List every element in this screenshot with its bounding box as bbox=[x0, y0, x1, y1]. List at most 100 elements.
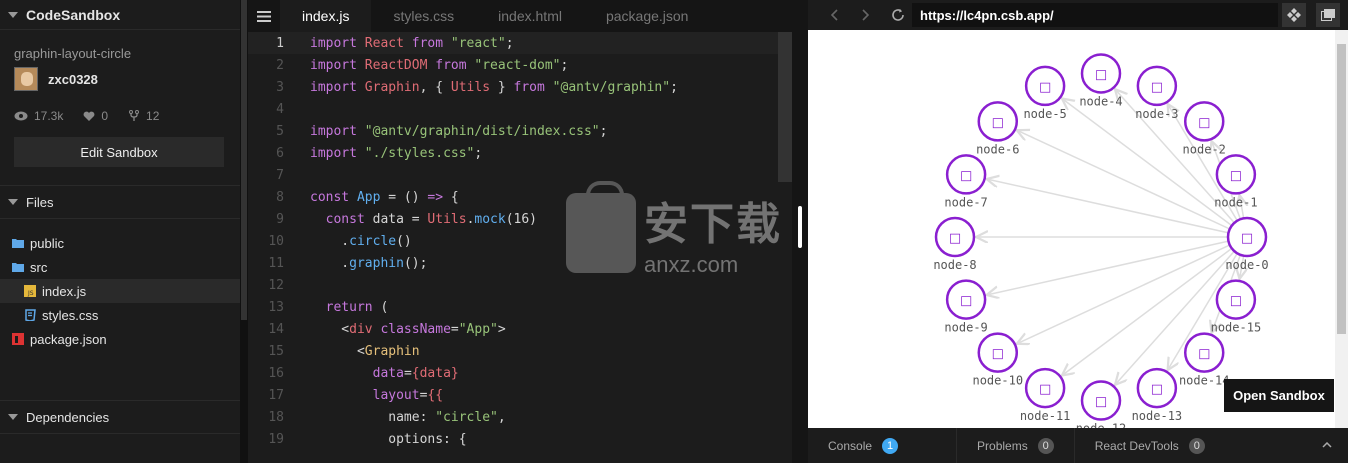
tree-item-label: styles.css bbox=[42, 307, 99, 323]
folder-public[interactable]: public bbox=[0, 231, 240, 255]
tab-index-html[interactable]: index.html bbox=[476, 0, 584, 32]
open-new-window-button[interactable] bbox=[1316, 3, 1340, 27]
forward-button[interactable] bbox=[850, 0, 882, 30]
author[interactable]: zxc0328 bbox=[14, 67, 226, 91]
open-sandbox-button[interactable]: Open Sandbox bbox=[1224, 379, 1334, 412]
refresh-button[interactable] bbox=[882, 0, 914, 30]
forks-stat[interactable]: 12 bbox=[128, 109, 159, 123]
tab-react-devtools[interactable]: React DevTools 0 bbox=[1075, 428, 1225, 463]
graph-node[interactable]: □ node-2 bbox=[1183, 101, 1226, 156]
preview-frame[interactable]: □ node-0 □ node-1 □ node-2 □ node-3 □ node-4 □ node… bbox=[808, 30, 1348, 436]
chevron-left-icon bbox=[830, 9, 838, 21]
scrollbar-thumb[interactable] bbox=[241, 0, 247, 320]
line-number: 14 bbox=[268, 321, 284, 337]
code-line: 3 import Graphin, { Utils } from "@antv/g… bbox=[248, 76, 792, 98]
graph-node[interactable]: □ node-6 bbox=[976, 101, 1019, 156]
graph-node[interactable]: □node-12 bbox=[1076, 380, 1127, 436]
node-label: node-7 bbox=[944, 195, 987, 209]
tree-item-label: index.js bbox=[42, 283, 87, 299]
problems-count-badge: 0 bbox=[1037, 437, 1054, 454]
file-package-json[interactable]: package.json bbox=[0, 327, 240, 351]
code-line: 1 import React from "react"; bbox=[248, 32, 792, 54]
file-tree: public src JS index.js styles.css packag… bbox=[0, 219, 240, 351]
tab-console[interactable]: Console 1 bbox=[808, 428, 918, 463]
back-button[interactable] bbox=[818, 0, 850, 30]
line-number: 8 bbox=[276, 189, 284, 205]
editor-scrollbar-thumb[interactable] bbox=[778, 32, 792, 182]
menu-button[interactable] bbox=[248, 0, 280, 32]
graph-node[interactable]: □ node-4 bbox=[1079, 53, 1123, 108]
forks-count: 12 bbox=[146, 109, 160, 123]
graph-node[interactable]: □ node-0 bbox=[1225, 216, 1269, 272]
graph-node[interactable]: □ node-15 bbox=[1211, 279, 1262, 335]
node-icon: □ bbox=[992, 115, 1004, 130]
fork-icon bbox=[129, 110, 140, 121]
edit-sandbox-button[interactable]: Edit Sandbox bbox=[14, 137, 224, 167]
chevron-up-icon[interactable] bbox=[1322, 442, 1332, 448]
tab-problems[interactable]: Problems 0 bbox=[956, 428, 1075, 463]
css-file-icon bbox=[25, 309, 36, 321]
line-number: 19 bbox=[268, 431, 284, 447]
javascript-file-icon: JS bbox=[24, 285, 36, 297]
line-number: 10 bbox=[268, 233, 284, 249]
node-icon: □ bbox=[1151, 80, 1163, 95]
node-label: node-8 bbox=[933, 258, 976, 272]
node-label: node-14 bbox=[1179, 374, 1230, 388]
username: zxc0328 bbox=[48, 71, 98, 87]
line-number: 11 bbox=[268, 255, 284, 271]
sidebar-scrollbar[interactable] bbox=[240, 0, 248, 463]
tab-styles-css[interactable]: styles.css bbox=[371, 0, 476, 32]
watermark: 安下载 anxz.com bbox=[566, 181, 782, 278]
url-bar[interactable]: https://lc4pn.csb.app/ bbox=[912, 3, 1278, 27]
graph-node[interactable]: □ node-13 bbox=[1132, 367, 1183, 423]
graph-node[interactable]: □ node-8 bbox=[933, 216, 977, 272]
graph-node[interactable]: □ node-5 bbox=[1023, 65, 1067, 121]
node-icon: □ bbox=[1039, 80, 1051, 95]
resize-handle[interactable] bbox=[798, 206, 802, 248]
likes-stat[interactable]: 0 bbox=[83, 109, 108, 123]
caret-down-icon bbox=[8, 414, 18, 420]
caret-down-icon bbox=[8, 11, 18, 18]
hamburger-icon bbox=[257, 10, 271, 22]
tab-index-js[interactable]: index.js bbox=[280, 0, 372, 32]
graph-node[interactable]: □ node-11 bbox=[1020, 367, 1071, 423]
likes-count: 0 bbox=[101, 109, 109, 123]
graph-node[interactable]: □ node-9 bbox=[944, 279, 988, 335]
layout-toggle-button[interactable] bbox=[1282, 3, 1306, 27]
line-number: 15 bbox=[268, 343, 284, 359]
preview-scrollbar[interactable] bbox=[1335, 30, 1348, 428]
line-number: 17 bbox=[268, 387, 284, 403]
graph-node[interactable]: □ node-14 bbox=[1179, 332, 1230, 388]
graph-node[interactable]: □ node-3 bbox=[1135, 65, 1179, 121]
caret-down-icon bbox=[8, 199, 18, 205]
file-index-js[interactable]: JS index.js bbox=[0, 279, 240, 303]
node-icon: □ bbox=[1151, 382, 1163, 397]
files-section-header[interactable]: Files bbox=[0, 185, 240, 219]
code-line: 17 layout={{ bbox=[248, 384, 792, 406]
dependencies-section-header[interactable]: Dependencies bbox=[0, 400, 240, 434]
graph-canvas[interactable]: □node-0□node-1□node-2□node-3□node-4□node… bbox=[808, 30, 1335, 436]
code-line: 6 import "./styles.css"; bbox=[248, 142, 792, 164]
app-header[interactable]: CodeSandbox bbox=[0, 0, 240, 30]
folder-src[interactable]: src bbox=[0, 255, 240, 279]
node-label: node-6 bbox=[976, 142, 1019, 156]
scrollbar-thumb[interactable] bbox=[1337, 44, 1346, 334]
file-styles-css[interactable]: styles.css bbox=[0, 303, 240, 327]
tab-label: React DevTools bbox=[1094, 438, 1179, 453]
tree-item-label: package.json bbox=[30, 331, 107, 347]
graph-node[interactable]: □ node-7 bbox=[944, 154, 988, 209]
tab-package-json[interactable]: package.json bbox=[584, 0, 711, 32]
graph-node[interactable]: □ node-1 bbox=[1214, 154, 1258, 209]
node-label: node-10 bbox=[972, 374, 1023, 388]
code-line: 13 return ( bbox=[248, 296, 792, 318]
graph-node[interactable]: □ node-10 bbox=[972, 332, 1023, 388]
pane-divider[interactable] bbox=[792, 0, 808, 463]
line-number: 6 bbox=[276, 145, 284, 161]
line-number: 4 bbox=[276, 101, 284, 117]
node-icon: □ bbox=[1198, 115, 1210, 130]
files-title: Files bbox=[26, 194, 54, 210]
node-icon: □ bbox=[1095, 67, 1107, 82]
node-label: node-9 bbox=[944, 321, 987, 335]
node-icon: □ bbox=[1095, 395, 1107, 410]
folder-icon bbox=[12, 239, 24, 248]
